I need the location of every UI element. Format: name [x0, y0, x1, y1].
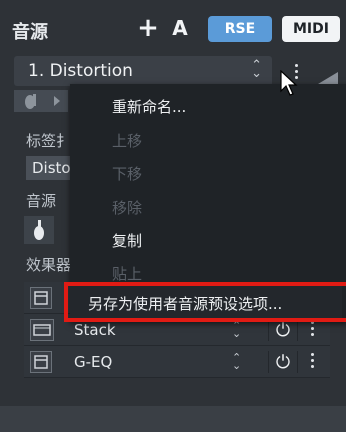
updown-icon[interactable]: ⌃ ⌄	[232, 320, 241, 339]
instrument-thumb[interactable]	[24, 216, 54, 244]
menu-item-paste[interactable]: 贴上	[112, 263, 142, 284]
guitar-icon	[25, 94, 60, 109]
panel-footer	[0, 406, 346, 432]
pedal-icon	[30, 287, 52, 309]
power-icon[interactable]: ⏻	[268, 319, 298, 341]
pedal-icon	[30, 351, 52, 373]
instrument-label: 音源	[26, 192, 57, 210]
more-options-icon[interactable]	[308, 353, 316, 371]
rse-button[interactable]: RSE	[208, 16, 272, 42]
more-options-icon[interactable]	[308, 321, 316, 339]
menu-item-move-up[interactable]: 上移	[112, 130, 142, 151]
effect-name: G-EQ	[74, 353, 113, 371]
power-icon[interactable]: ⏻	[268, 351, 298, 373]
tag-chip[interactable]: Disto	[26, 156, 74, 180]
effect-row[interactable]: G-EQ ⌃ ⌄ ⏻	[24, 346, 330, 378]
source-select-value: 1. Distortion	[28, 61, 133, 81]
updown-icon: ⌃ ⌄	[251, 58, 262, 81]
instrument-strip[interactable]	[14, 90, 68, 112]
menu-item-move-down[interactable]: 下移	[112, 163, 142, 184]
menu-item-copy[interactable]: 复制	[112, 230, 142, 251]
menu-item-rename[interactable]: 重新命名...	[112, 96, 186, 117]
midi-button[interactable]: MIDI	[282, 16, 340, 42]
automation-button[interactable]: A	[168, 14, 192, 42]
add-button[interactable]: +	[136, 13, 160, 43]
amp-icon	[30, 319, 54, 341]
annotation-highlight-box	[64, 282, 346, 322]
mouse-cursor-icon	[280, 70, 298, 96]
effect-name: Stack	[74, 321, 116, 339]
updown-icon[interactable]: ⌃ ⌄	[232, 352, 241, 371]
menu-item-remove[interactable]: 移除	[112, 197, 142, 218]
panel-title: 音源	[12, 22, 48, 43]
tag-label: 标签扌	[26, 132, 72, 150]
effects-label: 效果器	[26, 256, 72, 274]
source-select[interactable]: 1. Distortion ⌃ ⌄	[14, 56, 272, 86]
guitar-icon	[34, 220, 44, 240]
